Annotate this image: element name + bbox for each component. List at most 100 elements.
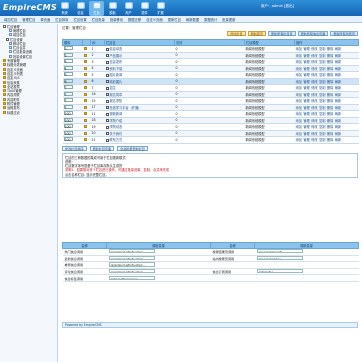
op-link[interactable]: 添加 [296, 60, 302, 64]
column-name-link[interactable]: 学院介绍 [110, 119, 123, 123]
op-link[interactable]: 删除 [327, 86, 333, 90]
toolbar-button[interactable]: 增加栏目 [227, 31, 246, 36]
op-link[interactable]: 删除 [327, 125, 333, 129]
column-name-link[interactable]: 在线学习平台（开通） [110, 106, 142, 110]
op-link[interactable]: 管理 [303, 99, 309, 103]
op-link[interactable]: 管理 [303, 86, 309, 90]
top-menu-item[interactable]: 管理栏目 [22, 17, 35, 22]
op-link[interactable]: 删除 [327, 112, 333, 116]
op-link[interactable]: 添加 [296, 54, 302, 58]
row-checkbox[interactable] [105, 93, 109, 97]
op-link[interactable]: 刷新 [335, 106, 341, 110]
nav-column[interactable]: 栏目 [89, 1, 104, 16]
top-menu-item[interactable]: 栏目批量 [92, 17, 105, 22]
op-link[interactable]: 修改 [311, 54, 317, 58]
op-link[interactable]: 复制 [319, 112, 325, 116]
op-link[interactable]: 复制 [319, 86, 325, 90]
order-input[interactable]: 4 [63, 65, 73, 71]
nav-extend[interactable]: 扩展 [153, 1, 168, 16]
op-link[interactable]: 刷新 [335, 60, 341, 64]
top-menu-item[interactable]: 栏目排序 [55, 17, 68, 22]
op-link[interactable]: 删除 [327, 99, 333, 103]
nav-template[interactable]: 模板 [105, 1, 120, 16]
op-link[interactable]: 刷新 [335, 86, 341, 90]
op-link[interactable]: 复制 [319, 132, 325, 136]
op-link[interactable]: 修改 [311, 80, 317, 84]
order-input[interactable]: 7 [63, 85, 73, 90]
op-link[interactable]: 复制 [319, 93, 325, 97]
op-link[interactable]: 添加 [296, 132, 302, 136]
op-link[interactable]: 管理 [303, 93, 309, 97]
op-link[interactable]: 添加 [296, 73, 302, 77]
row-checkbox[interactable] [105, 106, 109, 110]
op-link[interactable]: 添加 [296, 112, 302, 116]
op-link[interactable]: 修改 [311, 67, 317, 71]
op-link[interactable]: 添加 [296, 106, 302, 110]
var-input[interactable]: /e/action/ListInfo.php?... [108, 268, 155, 274]
row-checkbox[interactable] [105, 73, 109, 77]
op-link[interactable]: 删除 [327, 73, 333, 77]
row-checkbox[interactable] [105, 112, 109, 116]
column-name-link[interactable]: 产品展示 [110, 54, 123, 58]
var-input[interactable]: /e/action/ListInfo.php?... [108, 249, 155, 254]
op-link[interactable]: 复制 [319, 138, 325, 142]
op-link[interactable]: 管理 [303, 112, 309, 116]
order-input[interactable]: 100 [63, 111, 73, 116]
op-link[interactable]: 删除 [327, 119, 333, 123]
op-link[interactable]: 刷新 [335, 119, 341, 123]
column-name-link[interactable]: 联系方式 [110, 138, 123, 142]
op-link[interactable]: 删除 [327, 138, 333, 142]
op-link[interactable]: 修改 [311, 138, 317, 142]
column-name-link[interactable]: 报名须知 [110, 99, 123, 103]
op-link[interactable]: 复制 [319, 106, 325, 110]
op-link[interactable]: 复制 [319, 80, 325, 84]
op-link[interactable]: 修改 [311, 86, 317, 90]
top-menu-item[interactable]: 批量更新 [222, 17, 235, 22]
op-link[interactable]: 删除 [327, 67, 333, 71]
op-link[interactable]: 添加 [296, 99, 302, 103]
op-link[interactable]: 复制 [319, 67, 325, 71]
bulk-button[interactable]: 更新栏目页面 [89, 145, 115, 151]
order-input[interactable]: 7 [63, 104, 73, 110]
op-link[interactable]: 管理 [303, 80, 309, 84]
order-input[interactable]: 2 [63, 52, 73, 58]
order-input[interactable]: 100 [63, 137, 73, 142]
var-input[interactable]: /e/action/ListInfo.php?... [108, 255, 155, 260]
row-checkbox[interactable] [105, 125, 109, 129]
op-link[interactable]: 刷新 [335, 54, 341, 58]
var-input[interactable]: /e/search/index... [256, 255, 303, 260]
op-link[interactable]: 刷新 [335, 80, 341, 84]
column-name-link[interactable]: 学院动态 [110, 125, 123, 129]
nav-info[interactable]: 信息 [73, 1, 88, 16]
op-link[interactable]: 删除 [327, 80, 333, 84]
row-checkbox[interactable] [105, 138, 109, 142]
op-link[interactable]: 管理 [303, 73, 309, 77]
top-menu-item[interactable]: 增加栏目 [4, 17, 17, 22]
op-link[interactable]: 管理 [303, 119, 309, 123]
op-link[interactable]: 管理 [303, 47, 309, 51]
top-menu-item[interactable]: 刷新数据 [186, 17, 199, 22]
row-checkbox[interactable] [105, 54, 109, 58]
op-link[interactable]: 删除 [327, 132, 333, 136]
top-menu-item[interactable]: 数据统计 [204, 17, 217, 22]
toolbar-button[interactable]: 更新所有栏目页 [267, 31, 296, 36]
op-link[interactable]: 刷新 [335, 99, 341, 103]
op-link[interactable]: 修改 [311, 60, 317, 64]
op-link[interactable]: 复制 [319, 73, 325, 77]
row-checkbox[interactable] [105, 80, 109, 84]
op-link[interactable]: 复制 [319, 119, 325, 123]
op-link[interactable]: 删除 [327, 93, 333, 97]
column-name-link[interactable]: 精彩图片 [110, 80, 123, 84]
sidebar-item[interactable]: 标题过滤 [0, 110, 57, 115]
top-menu-item[interactable]: 数据迁移 [128, 17, 141, 22]
bulk-button[interactable]: 合并批量更新栏目 [117, 145, 148, 151]
op-link[interactable]: 复制 [319, 60, 325, 64]
user-info[interactable]: 用户：admin [退出] [261, 4, 294, 9]
op-link[interactable]: 修改 [311, 47, 317, 51]
op-link[interactable]: 删除 [327, 60, 333, 64]
op-link[interactable]: 添加 [296, 119, 302, 123]
op-link[interactable]: 刷新 [335, 138, 341, 142]
column-name-link[interactable]: 资料下载 [110, 67, 123, 71]
op-link[interactable]: 刷新 [335, 125, 341, 129]
toolbar-button[interactable]: 更新所有信息页面 [297, 31, 329, 36]
